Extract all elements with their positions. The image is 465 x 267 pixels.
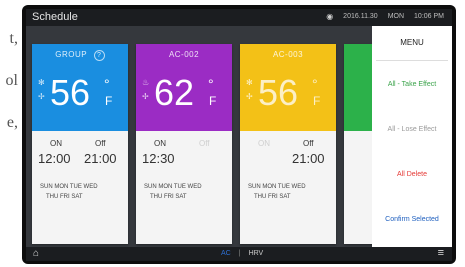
on-label: ON [258, 139, 270, 148]
tab-hrv[interactable]: HRV [249, 250, 264, 257]
days-row-1: SUN MON TUE WED [40, 184, 98, 190]
card-header: AC-003 ✻ ✢ 56 ° F [240, 44, 336, 131]
doc-text-1: t, [9, 30, 18, 47]
tablet-device: Schedule ◉ 2016.11.30 MON 10:06 PM GROUP… [22, 5, 456, 264]
off-label: Off [95, 139, 106, 148]
snowflake-icon: ✻ [38, 78, 45, 87]
temperature-unit: F [313, 94, 321, 108]
on-label: ON [154, 139, 166, 148]
fan-icon: ✢ [38, 92, 45, 101]
wifi-icon: ◉ [326, 12, 334, 21]
menu-item-all-lose-effect[interactable]: All - Lose Effect [372, 126, 452, 133]
temperature-value: 62 [154, 72, 195, 113]
temperature-value: 56 [258, 72, 299, 113]
status-right: ◉ 2016.11.30 MON 10:06 PM [326, 12, 444, 21]
flame-icon: ♨ [142, 78, 150, 87]
card-name: GROUP [55, 50, 87, 59]
document-fragment: t, ol e, [0, 0, 22, 267]
schedule-card-ac-003[interactable]: AC-003 ✻ ✢ 56 ° F ON Off 21:00 SUN MON T… [240, 44, 336, 244]
degree-symbol: ° [208, 76, 214, 92]
on-label: ON [50, 139, 62, 148]
off-label: Off [303, 139, 314, 148]
tab-ac[interactable]: AC [221, 250, 231, 257]
tabs: AC | HRV [221, 250, 263, 257]
screen: Schedule ◉ 2016.11.30 MON 10:06 PM GROUP… [26, 9, 452, 261]
off-label: Off [199, 139, 210, 148]
temperature-unit: F [105, 94, 113, 108]
days-row-2: THU FRI SAT [150, 194, 187, 200]
menu-item-all-delete[interactable]: All Delete [372, 171, 452, 178]
schedule-content: GROUP ? ✻ ✢ 56 ° F ON Off 12:00 21:00 SU… [26, 26, 452, 247]
status-bar: Schedule ◉ 2016.11.30 MON 10:06 PM [26, 9, 452, 26]
days-row-1: SUN MON TUE WED [144, 184, 202, 190]
page-title: Schedule [32, 11, 78, 23]
bottom-bar: ⌂ AC | HRV ≡ [26, 247, 452, 261]
days-row-2: THU FRI SAT [46, 194, 83, 200]
off-time: 21:00 [84, 151, 117, 166]
menu-item-all-take-effect[interactable]: All - Take Effect [372, 81, 452, 88]
status-day: MON [387, 13, 405, 20]
schedule-card-group[interactable]: GROUP ? ✻ ✢ 56 ° F ON Off 12:00 21:00 SU… [32, 44, 128, 244]
card-header: GROUP ? ✻ ✢ 56 ° F [32, 44, 128, 131]
menu-divider [376, 60, 448, 61]
days-row-2: THU FRI SAT [254, 194, 291, 200]
card-name: AC-002 [168, 50, 200, 59]
degree-symbol: ° [312, 76, 318, 92]
off-time: 21:00 [292, 151, 325, 166]
tab-separator: | [238, 250, 241, 257]
degree-symbol: ° [104, 76, 110, 92]
menu-icon[interactable]: ≡ [438, 247, 444, 259]
days-row-1: SUN MON TUE WED [248, 184, 306, 190]
snowflake-icon: ✻ [246, 78, 253, 87]
menu-item-confirm-selected[interactable]: Confirm Selected [372, 216, 452, 223]
card-header: AC-002 ♨ ✢ 62 ° F [136, 44, 232, 131]
help-icon[interactable]: ? [93, 50, 105, 61]
on-time: 12:00 [38, 151, 71, 166]
temperature-unit: F [209, 94, 217, 108]
fan-icon: ✢ [246, 92, 253, 101]
on-time: 12:30 [142, 151, 175, 166]
menu-title: MENU [400, 38, 424, 47]
fan-icon: ✢ [142, 92, 149, 101]
temperature-value: 56 [50, 72, 91, 113]
doc-text-2: ol [5, 72, 18, 89]
menu-panel: MENU All - Take Effect All - Lose Effect… [372, 26, 452, 247]
status-time: 10:06 PM [414, 13, 444, 20]
doc-text-3: e, [6, 114, 18, 131]
status-date: 2016.11.30 [343, 13, 378, 20]
card-name: AC-003 [272, 50, 304, 59]
schedule-card-ac-002[interactable]: AC-002 ♨ ✢ 62 ° F ON Off 12:30 SUN MON T… [136, 44, 232, 244]
home-icon[interactable]: ⌂ [33, 248, 39, 259]
